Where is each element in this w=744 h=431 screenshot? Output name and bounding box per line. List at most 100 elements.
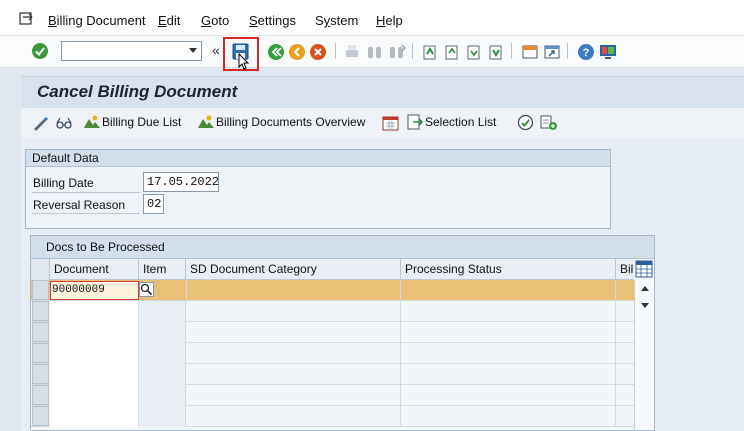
item-cell — [139, 301, 186, 322]
previous-page-icon[interactable] — [443, 43, 461, 61]
document-cell[interactable] — [50, 301, 139, 322]
table-row[interactable] — [31, 301, 634, 322]
row-selector[interactable] — [32, 343, 49, 363]
sd-category-cell — [186, 343, 401, 364]
menu-billing-document[interactable]: Billing Document — [48, 13, 146, 28]
processing-status-cell[interactable] — [401, 280, 616, 301]
processing-status-cell — [401, 364, 616, 385]
menu-settings[interactable]: Settings — [249, 13, 296, 28]
customize-layout-icon[interactable] — [599, 43, 617, 61]
document-cell[interactable] — [50, 343, 139, 364]
sd-category-cell — [186, 301, 401, 322]
selection-list-button[interactable]: Selection List — [407, 114, 496, 130]
scroll-down-icon[interactable] — [640, 302, 650, 310]
print-icon[interactable] — [343, 43, 361, 61]
cancel-icon[interactable] — [309, 43, 327, 61]
table-row[interactable] — [31, 406, 634, 427]
table-row[interactable] — [31, 364, 634, 385]
last-page-icon[interactable] — [487, 43, 505, 61]
billing-due-list-button[interactable]: Billing Due List — [84, 114, 181, 130]
scroll-up-icon[interactable] — [640, 284, 650, 292]
exit-icon[interactable] — [288, 43, 306, 61]
back-icon[interactable] — [267, 43, 285, 61]
menu-system[interactable]: System — [315, 13, 358, 28]
document-cell[interactable] — [50, 322, 139, 343]
next-page-icon[interactable] — [465, 43, 483, 61]
row-selector[interactable] — [32, 406, 49, 426]
toolbar-separator — [567, 43, 568, 59]
row-selector[interactable] — [32, 280, 49, 300]
col-document[interactable]: Document — [50, 259, 139, 280]
processing-status-cell — [401, 343, 616, 364]
select-all-cell[interactable] — [31, 259, 50, 280]
enter-icon[interactable] — [31, 42, 49, 60]
sd-category-cell — [186, 406, 401, 427]
toolbar-separator — [335, 43, 336, 59]
col-sd-category[interactable]: SD Document Category — [186, 259, 401, 280]
command-field[interactable] — [61, 41, 202, 61]
document-cell[interactable] — [50, 364, 139, 385]
menu-goto[interactable]: Goto — [201, 13, 229, 28]
menu-icon[interactable] — [19, 12, 35, 25]
document-cell[interactable] — [50, 385, 139, 406]
default-data-group: Default Data Billing Date 17.05.2022 Rev… — [25, 149, 611, 229]
mountain-icon — [198, 115, 214, 128]
item-cell — [139, 364, 186, 385]
display-glasses-icon[interactable] — [55, 115, 73, 131]
edit-pencil-icon[interactable] — [32, 115, 50, 131]
check-clock-icon[interactable] — [517, 114, 534, 131]
shortcut-icon[interactable] — [543, 43, 561, 61]
col-item[interactable]: Item — [139, 259, 186, 280]
table-row[interactable] — [31, 322, 634, 343]
processing-status-cell — [401, 301, 616, 322]
add-row-icon[interactable] — [540, 114, 558, 131]
processing-status-cell — [401, 406, 616, 427]
row-selector[interactable] — [32, 385, 49, 405]
billing-date-field[interactable]: 17.05.2022 — [143, 172, 219, 192]
mountain-icon — [84, 115, 100, 128]
item-cell — [139, 385, 186, 406]
column-settings-icon[interactable] — [635, 260, 653, 278]
item-cell — [139, 343, 186, 364]
table-row[interactable] — [31, 343, 634, 364]
table-row[interactable]: 90000009 — [31, 280, 634, 301]
col-billing[interactable]: Billi — [616, 259, 634, 280]
item-cell — [139, 322, 186, 343]
row-selector[interactable] — [32, 322, 49, 342]
menu-bar: Billing Document Edit Goto Settings Syst… — [0, 0, 744, 36]
row-selector[interactable] — [32, 364, 49, 384]
billing-docs-overview-label: Billing Documents Overview — [216, 115, 366, 129]
collapse-icon[interactable]: « — [212, 42, 220, 58]
billing-docs-overview-button[interactable]: Billing Documents Overview — [198, 114, 365, 130]
find-next-icon[interactable] — [388, 43, 406, 61]
item-cell — [139, 406, 186, 427]
table-header: Document Item SD Document Category Proce… — [31, 259, 634, 280]
document-cell[interactable] — [50, 406, 139, 427]
menu-help[interactable]: Help — [376, 13, 403, 28]
search-help-button[interactable] — [139, 282, 154, 297]
magnifier-icon — [140, 283, 153, 296]
new-session-icon[interactable] — [521, 43, 539, 61]
row-selector[interactable] — [32, 301, 49, 321]
col-processing-status[interactable]: Processing Status — [401, 259, 616, 280]
sd-category-cell — [186, 385, 401, 406]
docs-table: Docs to Be Processed Document Item SD Do… — [30, 235, 655, 431]
reversal-reason-field[interactable]: 02 — [143, 194, 164, 214]
processing-status-cell — [401, 385, 616, 406]
help-icon[interactable]: ? — [577, 43, 595, 61]
billing-date-label: Billing Date — [33, 176, 94, 190]
first-page-icon[interactable] — [421, 43, 439, 61]
default-data-title: Default Data — [26, 150, 610, 167]
find-icon[interactable] — [366, 43, 384, 61]
table-row[interactable] — [31, 385, 634, 406]
reversal-reason-label: Reversal Reason — [33, 198, 126, 212]
chevron-down-icon[interactable] — [189, 48, 197, 53]
toolbar-separator — [511, 43, 512, 59]
menu-edit[interactable]: Edit — [158, 13, 180, 28]
sd-category-cell[interactable] — [186, 280, 401, 301]
calendar-icon[interactable] — [382, 115, 399, 131]
vertical-scrollbar[interactable] — [634, 280, 654, 430]
document-input[interactable]: 90000009 — [50, 281, 139, 300]
svg-text:?: ? — [583, 47, 590, 59]
docs-table-title: Docs to Be Processed — [31, 236, 654, 259]
